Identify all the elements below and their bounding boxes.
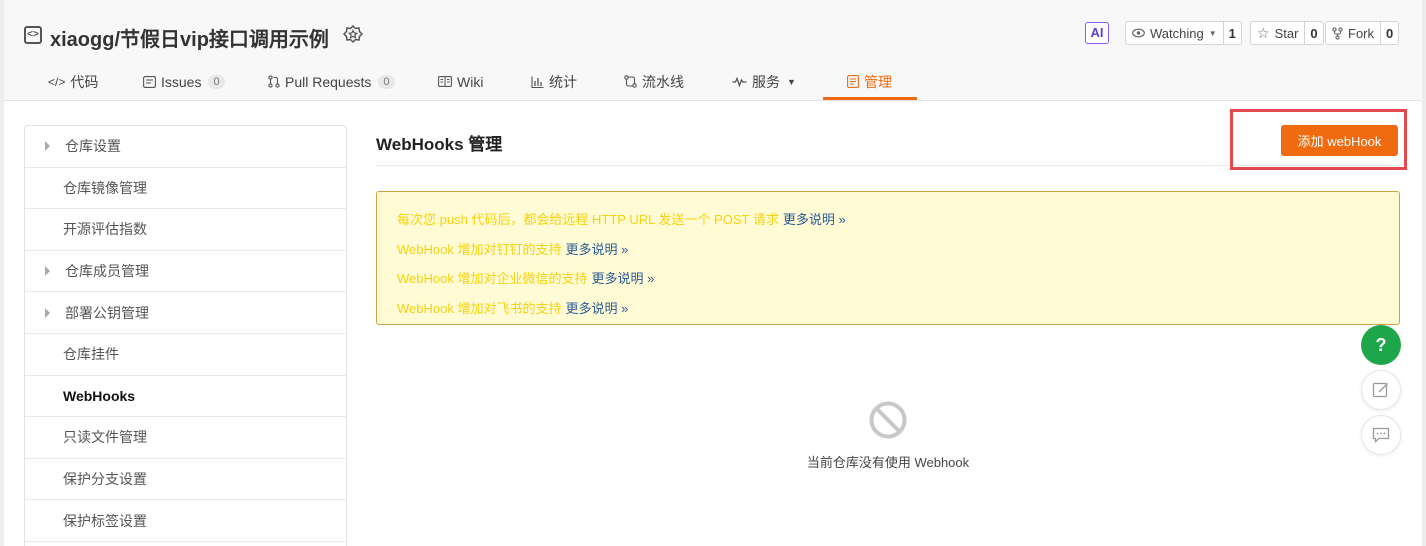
fork-button-group: Fork 0 [1325, 21, 1400, 45]
sidebar-item-members[interactable]: 仓库成员管理 [25, 251, 346, 293]
more-info-link[interactable]: 更多说明 » [565, 298, 628, 317]
no-entry-icon [869, 401, 907, 439]
fork-label: Fork [1348, 25, 1374, 41]
sidebar-item-label: 仓库成员管理 [65, 263, 149, 280]
edit-icon [1372, 382, 1388, 398]
tab-services[interactable]: 服务 ▼ [732, 62, 796, 101]
tab-code[interactable]: </> 代码 [48, 62, 98, 101]
watch-button[interactable]: Watching ▼ [1126, 22, 1223, 44]
settings-sidebar: 仓库设置 仓库镜像管理 开源评估指数 仓库成员管理 部署公钥管理 仓库挂件 We… [24, 125, 347, 546]
tab-manage[interactable]: 管理 [847, 62, 892, 101]
tab-stats[interactable]: 统计 [531, 62, 577, 101]
notice-line: 每次您 push 代码后，都会给远程 HTTP URL 发送一个 POST 请求… [397, 204, 1379, 234]
caret-right-icon [45, 141, 50, 152]
feedback-edit-button[interactable] [1361, 370, 1401, 410]
repo-title: xiaogg/节假日vip接口调用示例 [50, 23, 329, 52]
sidebar-item-deploy-keys[interactable]: 部署公钥管理 [25, 292, 346, 334]
code-icon: </> [48, 74, 66, 89]
notice-text: 每次您 push 代码后，都会给远程 HTTP URL 发送一个 POST 请求 [397, 212, 779, 228]
watch-button-group: Watching ▼ 1 [1125, 21, 1242, 45]
bar-chart-icon [531, 76, 544, 88]
repo-owner-link[interactable]: xiaogg [50, 29, 114, 51]
sidebar-item-repo-settings[interactable]: 仓库设置 [25, 126, 346, 168]
star-label: Star [1274, 25, 1299, 41]
tab-wiki[interactable]: Wiki [438, 62, 483, 101]
tab-pipeline[interactable]: 流水线 [624, 62, 684, 101]
sidebar-item-protected-tags[interactable]: 保护标签设置 [25, 500, 346, 542]
sidebar-item-label: 部署公钥管理 [65, 304, 149, 321]
sidebar-item-label: 仓库设置 [65, 138, 121, 155]
notice-line: WebHook 增加对企业微信的支持 更多说明 » [397, 263, 1379, 293]
sidebar-item-widgets[interactable]: 仓库挂件 [25, 334, 346, 376]
tab-label: Pull Requests [285, 73, 372, 90]
pulse-icon [732, 76, 747, 87]
star-button[interactable]: ☆ Star [1251, 22, 1304, 44]
tab-label: 统计 [549, 73, 577, 90]
sidebar-item-label: 仓库挂件 [63, 346, 119, 363]
help-button[interactable]: ? [1361, 325, 1401, 365]
sidebar-item-label: 仓库镜像管理 [63, 179, 147, 196]
sidebar-item-label: WebHooks [63, 387, 136, 404]
tab-label: 代码 [70, 73, 99, 90]
empty-state-text: 当前仓库没有使用 Webhook [806, 455, 970, 470]
eye-icon [1132, 28, 1145, 38]
more-info-link[interactable]: 更多说明 » [565, 239, 628, 258]
chat-icon [1372, 427, 1390, 443]
repo-code-icon: <> [24, 26, 42, 44]
chevron-down-icon: ▼ [1208, 28, 1217, 38]
repo-tabs: </> 代码 Issues 0 Pull Requests 0 Wiki 统计 … [0, 62, 1426, 101]
issues-icon [143, 75, 156, 88]
issues-count-badge: 0 [208, 74, 225, 89]
notice-line: WebHook 增加对钉钉的支持 更多说明 » [397, 234, 1379, 264]
ai-assistant-button[interactable]: AI [1085, 22, 1109, 44]
star-button-group: ☆ Star 0 [1250, 21, 1324, 45]
manage-doc-icon [847, 75, 859, 88]
fork-button[interactable]: Fork [1326, 22, 1380, 44]
repo-name-link[interactable]: 节假日vip接口调用示例 [120, 29, 329, 51]
more-info-link[interactable]: 更多说明 » [591, 268, 654, 287]
more-info-link[interactable]: 更多说明 » [783, 209, 846, 228]
chat-button[interactable] [1361, 415, 1401, 455]
tab-label: Issues [161, 73, 202, 90]
watch-count[interactable]: 1 [1222, 22, 1241, 44]
tab-label: Wiki [457, 73, 484, 90]
caret-right-icon [45, 307, 50, 318]
pipeline-icon [624, 75, 637, 88]
page-title: WebHooks 管理 [376, 135, 503, 154]
sidebar-item-mirror[interactable]: 仓库镜像管理 [25, 168, 346, 210]
book-icon [438, 76, 452, 87]
tab-pull-requests[interactable]: Pull Requests 0 [268, 62, 395, 101]
notice-text: WebHook 增加对飞书的支持 [397, 300, 562, 316]
highlight-annotation [1230, 109, 1407, 170]
sidebar-item-oss-index[interactable]: 开源评估指数 [25, 209, 346, 251]
notice-line: WebHook 增加对飞书的支持 更多说明 » [397, 293, 1379, 323]
chevron-down-icon: ▼ [787, 76, 796, 87]
sidebar-item-label: 只读文件管理 [63, 429, 147, 446]
star-icon: ☆ [1257, 24, 1270, 41]
fork-icon [1332, 26, 1343, 40]
active-tab-indicator [823, 97, 917, 100]
fork-count[interactable]: 0 [1380, 22, 1398, 44]
recommend-badge-icon[interactable] [343, 25, 363, 45]
webhook-notice-box: 每次您 push 代码后，都会给远程 HTTP URL 发送一个 POST 请求… [376, 191, 1400, 325]
sidebar-item-label: 保护分支设置 [63, 471, 147, 488]
tab-label: 管理 [864, 73, 892, 90]
sidebar-item-label: 开源评估指数 [63, 221, 147, 238]
tab-label: 流水线 [642, 73, 684, 90]
pr-count-badge: 0 [378, 74, 395, 89]
tab-label: 服务 [752, 73, 780, 90]
pull-request-icon [268, 75, 280, 88]
watch-label: Watching [1150, 25, 1204, 41]
notice-text: WebHook 增加对企业微信的支持 [397, 271, 588, 287]
sidebar-item-label: 保护标签设置 [63, 512, 147, 529]
caret-right-icon [45, 266, 50, 277]
sidebar-item-webhooks[interactable]: WebHooks [25, 376, 346, 418]
tab-issues[interactable]: Issues 0 [143, 62, 225, 101]
star-count[interactable]: 0 [1304, 22, 1322, 44]
notice-text: WebHook 增加对钉钉的支持 [397, 241, 562, 257]
